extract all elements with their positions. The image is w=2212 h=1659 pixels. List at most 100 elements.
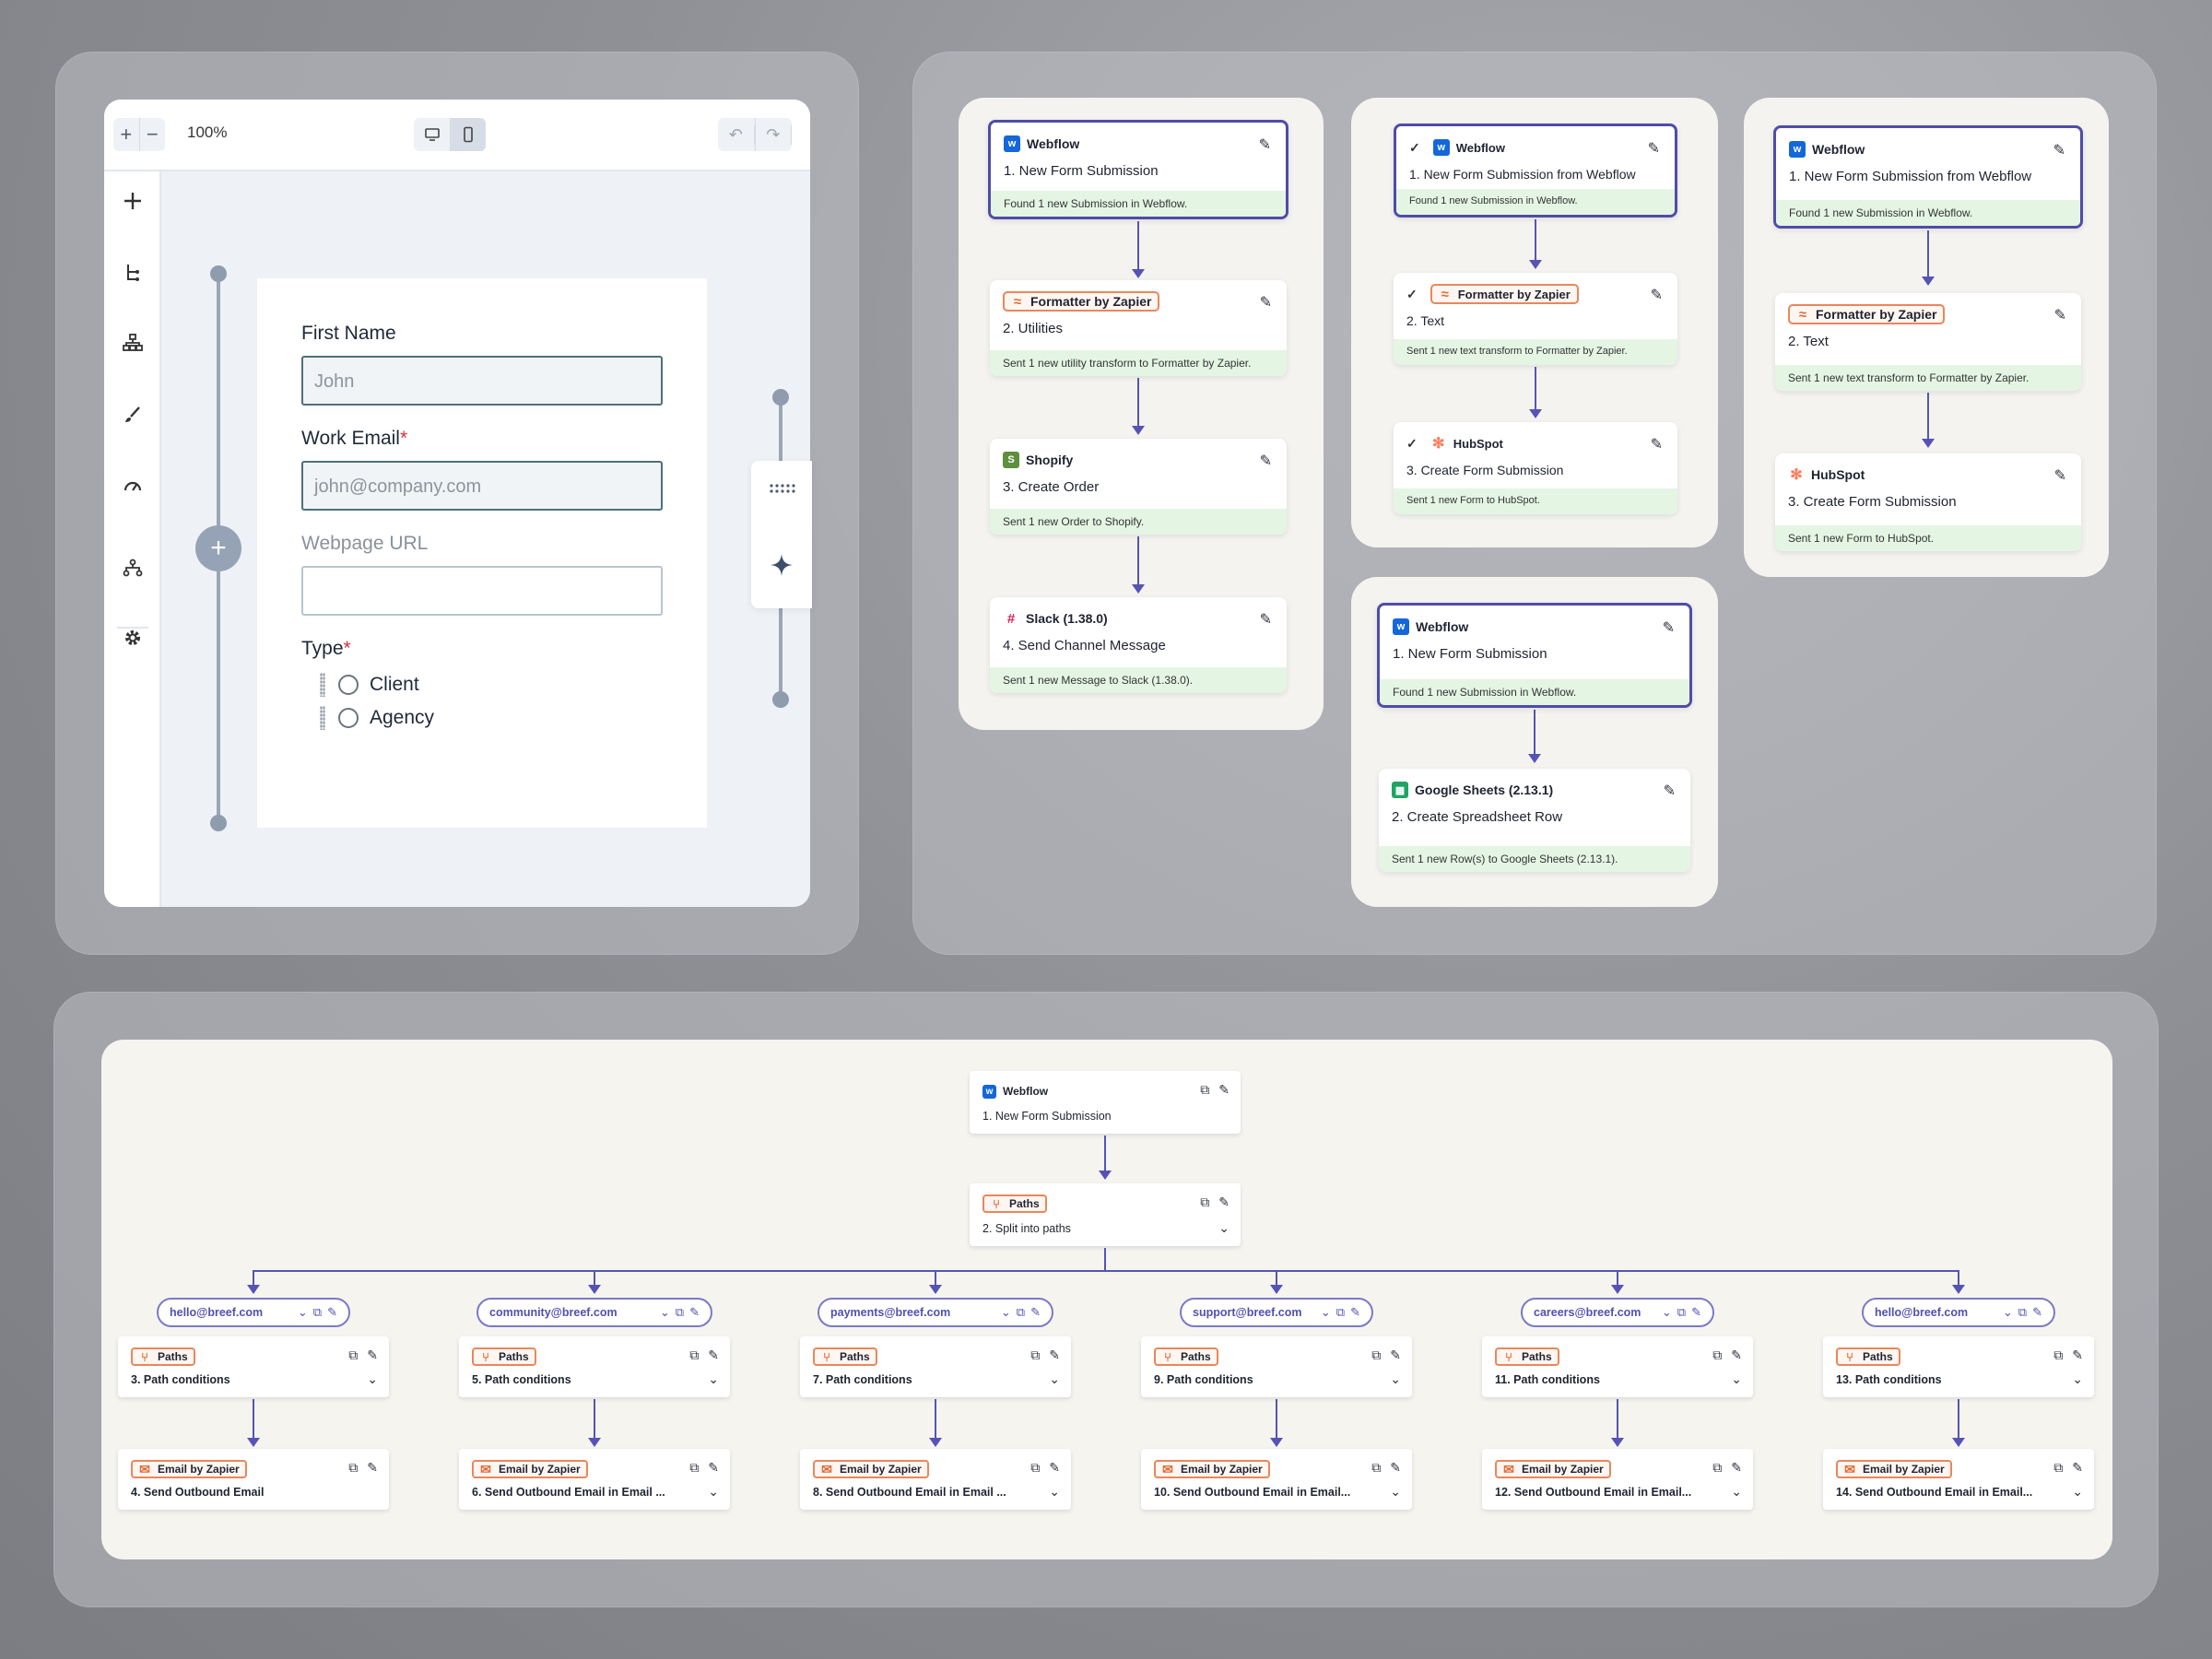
path-email-pill[interactable]: support@breef.com ⌄ ⧉ ✎ bbox=[1180, 1298, 1373, 1327]
chevron-down-icon[interactable]: ⌄ bbox=[1321, 1305, 1331, 1320]
duplicate-icon[interactable]: ⧉ bbox=[1712, 1460, 1722, 1476]
zap4-step-2[interactable]: ▦ Google Sheets (2.13.1) 2. Create Spread… bbox=[1379, 769, 1690, 872]
path-condition-card[interactable]: ⑂ Paths 13. Path conditions ⧉ ✎ ⌄ bbox=[1823, 1336, 2094, 1397]
pencil-icon[interactable]: ✎ bbox=[2032, 1305, 2042, 1320]
structure-button[interactable] bbox=[118, 258, 147, 288]
chevron-down-icon[interactable]: ⌄ bbox=[1390, 1484, 1401, 1500]
pencil-icon[interactable]: ✎ bbox=[2072, 1460, 2083, 1476]
path-email-pill[interactable]: careers@breef.com ⌄ ⧉ ✎ bbox=[1521, 1298, 1714, 1327]
pencil-icon[interactable]: ✎ bbox=[1049, 1347, 1060, 1363]
chevron-down-icon[interactable]: ⌄ bbox=[1001, 1305, 1011, 1320]
desktop-view-button[interactable] bbox=[414, 118, 450, 151]
zap1-step-2[interactable]: ≈ Formatter by Zapier 2. Utilities ✎ Sent… bbox=[990, 280, 1287, 376]
add-section-button[interactable]: + bbox=[195, 525, 241, 571]
right-rail-handle-top[interactable] bbox=[772, 389, 789, 406]
pencil-icon[interactable]: ✎ bbox=[2072, 1347, 2083, 1363]
webpage-url-input[interactable] bbox=[301, 566, 663, 616]
pencil-icon[interactable]: ✎ bbox=[1691, 1305, 1701, 1320]
pencil-icon[interactable]: ✎ bbox=[367, 1347, 378, 1363]
duplicate-icon[interactable]: ⧉ bbox=[1200, 1082, 1209, 1098]
radio-button[interactable] bbox=[338, 675, 359, 695]
send-email-card[interactable]: ✉ Email by Zapier 8. Send Outbound Email … bbox=[800, 1449, 1071, 1510]
duplicate-icon[interactable]: ⧉ bbox=[1677, 1305, 1686, 1320]
chevron-down-icon[interactable]: ⌄ bbox=[2072, 1484, 2083, 1500]
path-condition-card[interactable]: ⑂ Paths 7. Path conditions ⧉ ✎ ⌄ bbox=[800, 1336, 1071, 1397]
duplicate-icon[interactable]: ⧉ bbox=[2053, 1347, 2063, 1363]
pencil-icon[interactable]: ✎ bbox=[2054, 466, 2066, 485]
radio-option-client[interactable]: Client bbox=[320, 673, 419, 697]
pencil-icon[interactable]: ✎ bbox=[1049, 1460, 1060, 1476]
chevron-down-icon[interactable]: ⌄ bbox=[708, 1484, 719, 1500]
pencil-icon[interactable]: ✎ bbox=[1260, 293, 1272, 312]
send-email-card[interactable]: ✉ Email by Zapier 12. Send Outbound Email… bbox=[1482, 1449, 1753, 1510]
zoom-in-button[interactable]: + bbox=[113, 118, 140, 151]
chevron-down-icon[interactable]: ⌄ bbox=[2072, 1371, 2083, 1387]
undo-button[interactable]: ↶ bbox=[718, 118, 756, 151]
send-email-card[interactable]: ✉ Email by Zapier 14. Send Outbound Email… bbox=[1823, 1449, 2094, 1510]
pencil-icon[interactable]: ✎ bbox=[1731, 1460, 1742, 1476]
performance-button[interactable] bbox=[118, 470, 147, 500]
zap2-step-2[interactable]: ✓ ≈ Formatter by Zapier 2. Text ✎ Sent 1 n… bbox=[1394, 273, 1677, 365]
duplicate-icon[interactable]: ⧉ bbox=[1371, 1460, 1381, 1476]
send-email-card[interactable]: ✉ Email by Zapier 4. Send Outbound Email … bbox=[118, 1449, 389, 1510]
drag-handle-icon[interactable] bbox=[320, 706, 325, 730]
zoom-out-button[interactable]: − bbox=[140, 118, 166, 151]
pencil-icon[interactable]: ✎ bbox=[1390, 1460, 1401, 1476]
rail-handle-bottom[interactable] bbox=[210, 815, 227, 831]
path-condition-card[interactable]: ⑂ Paths 11. Path conditions ⧉ ✎ ⌄ bbox=[1482, 1336, 1753, 1397]
path-condition-card[interactable]: ⑂ Paths 5. Path conditions ⧉ ✎ ⌄ bbox=[459, 1336, 730, 1397]
grid-dots-icon[interactable] bbox=[770, 483, 795, 494]
duplicate-icon[interactable]: ⧉ bbox=[313, 1305, 322, 1320]
pencil-icon[interactable]: ✎ bbox=[2053, 141, 2065, 159]
redo-button[interactable]: ↷ bbox=[756, 118, 792, 151]
flow-trigger-card[interactable]: w Webflow 1. New Form Submission ⧉ ✎ bbox=[970, 1071, 1241, 1134]
pencil-icon[interactable]: ✎ bbox=[1731, 1347, 1742, 1363]
pencil-icon[interactable]: ✎ bbox=[689, 1305, 700, 1320]
chevron-down-icon[interactable]: ⌄ bbox=[1049, 1484, 1060, 1500]
duplicate-icon[interactable]: ⧉ bbox=[1030, 1460, 1040, 1476]
chevron-down-icon[interactable]: ⌄ bbox=[660, 1305, 670, 1320]
pencil-icon[interactable]: ✎ bbox=[1218, 1082, 1230, 1098]
drag-handle-icon[interactable] bbox=[320, 673, 325, 697]
zap3-step-3[interactable]: ✻ HubSpot 3. Create Form Submission ✎ Sen… bbox=[1775, 453, 2081, 551]
pencil-icon[interactable]: ✎ bbox=[1218, 1194, 1230, 1210]
pencil-icon[interactable]: ✎ bbox=[1663, 618, 1675, 637]
chevron-down-icon[interactable]: ⌄ bbox=[1662, 1305, 1672, 1320]
rail-handle-top[interactable] bbox=[210, 265, 227, 282]
pencil-icon[interactable]: ✎ bbox=[327, 1305, 337, 1320]
zap3-step-2[interactable]: ≈ Formatter by Zapier 2. Text ✎ Sent 1 ne… bbox=[1775, 293, 2081, 391]
mobile-view-button[interactable] bbox=[450, 118, 486, 151]
duplicate-icon[interactable]: ⧉ bbox=[1030, 1347, 1040, 1363]
chevron-down-icon[interactable]: ⌄ bbox=[1218, 1220, 1230, 1236]
path-condition-card[interactable]: ⑂ Paths 9. Path conditions ⧉ ✎ ⌄ bbox=[1141, 1336, 1412, 1397]
path-email-pill[interactable]: community@breef.com ⌄ ⧉ ✎ bbox=[477, 1298, 712, 1327]
chevron-down-icon[interactable]: ⌄ bbox=[2003, 1305, 2013, 1320]
chevron-down-icon[interactable]: ⌄ bbox=[1049, 1371, 1060, 1387]
flow-split-card[interactable]: ⑂ Paths 2. Split into paths ⧉ ✎ ⌄ bbox=[970, 1183, 1241, 1246]
duplicate-icon[interactable]: ⧉ bbox=[689, 1460, 699, 1476]
zap3-step-1[interactable]: w Webflow 1. New Form Submission from Web… bbox=[1773, 125, 2083, 229]
duplicate-icon[interactable]: ⧉ bbox=[1712, 1347, 1722, 1363]
duplicate-icon[interactable]: ⧉ bbox=[676, 1305, 684, 1320]
duplicate-icon[interactable]: ⧉ bbox=[689, 1347, 699, 1363]
radio-button[interactable] bbox=[338, 708, 359, 728]
chevron-down-icon[interactable]: ⌄ bbox=[1731, 1371, 1742, 1387]
send-email-card[interactable]: ✉ Email by Zapier 10. Send Outbound Email… bbox=[1141, 1449, 1412, 1510]
right-rail-handle-bottom[interactable] bbox=[772, 691, 789, 708]
zap1-step-4[interactable]: # Slack (1.38.0) 4. Send Channel Message … bbox=[990, 597, 1287, 693]
zap2-step-3[interactable]: ✓ ✻ HubSpot 3. Create Form Submission ✎ Se… bbox=[1394, 422, 1677, 514]
path-email-pill[interactable]: hello@breef.com ⌄ ⧉ ✎ bbox=[1862, 1298, 2055, 1327]
chevron-down-icon[interactable]: ⌄ bbox=[298, 1305, 308, 1320]
pencil-icon[interactable]: ✎ bbox=[1260, 452, 1272, 470]
zap1-step-1[interactable]: w Webflow 1. New Form Submission ✎ Found … bbox=[988, 120, 1288, 219]
pencil-icon[interactable]: ✎ bbox=[1260, 610, 1272, 629]
chevron-down-icon[interactable]: ⌄ bbox=[708, 1371, 719, 1387]
pencil-icon[interactable]: ✎ bbox=[1648, 139, 1660, 158]
path-email-pill[interactable]: payments@breef.com ⌄ ⧉ ✎ bbox=[818, 1298, 1053, 1327]
chevron-down-icon[interactable]: ⌄ bbox=[1731, 1484, 1742, 1500]
zap4-step-1[interactable]: w Webflow 1. New Form Submission ✎ Found … bbox=[1377, 603, 1692, 708]
zap2-step-1[interactable]: ✓ w Webflow 1. New Form Submission from We… bbox=[1394, 124, 1677, 218]
pencil-icon[interactable]: ✎ bbox=[1664, 782, 1676, 800]
add-element-button[interactable] bbox=[118, 186, 147, 216]
duplicate-icon[interactable]: ⧉ bbox=[2053, 1460, 2063, 1476]
